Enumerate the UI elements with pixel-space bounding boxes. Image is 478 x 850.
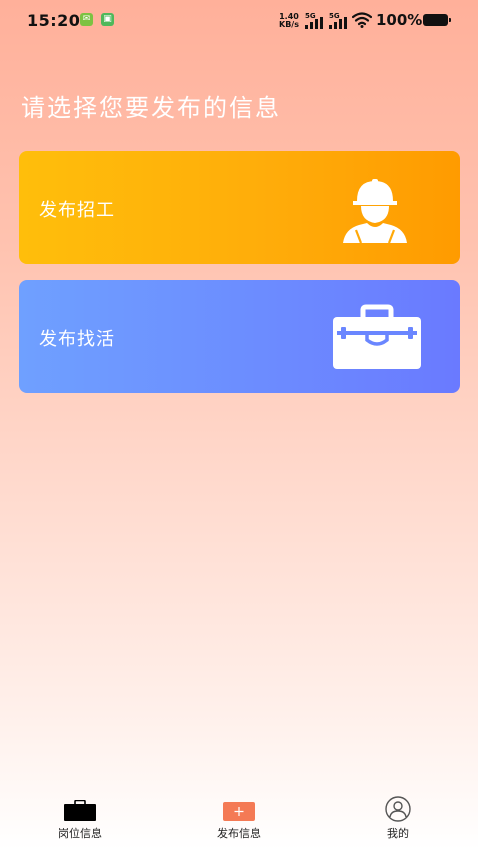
network-speed-unit: KB/s: [279, 20, 299, 29]
nav-item-me[interactable]: 我的: [338, 792, 458, 850]
battery-icon: [423, 14, 451, 26]
post-hiring-card[interactable]: 发布招工: [19, 151, 460, 264]
post-find-work-card[interactable]: 发布找活: [19, 280, 460, 393]
wifi-icon: [352, 12, 372, 28]
post-hiring-label: 发布招工: [39, 200, 115, 221]
user-icon: [385, 796, 411, 822]
post-find-work-label: 发布找活: [39, 329, 115, 350]
worker-icon: [343, 179, 407, 244]
nav-label-me: 我的: [387, 827, 409, 840]
briefcase-icon: [64, 800, 96, 821]
battery-percentage: 100%: [376, 11, 423, 29]
toolbox-icon: [333, 304, 421, 369]
nav-label-jobs: 岗位信息: [58, 827, 102, 840]
nav-item-jobs[interactable]: 岗位信息: [20, 792, 140, 850]
plus-icon: [223, 802, 255, 821]
cellular-signal-icon: 5G: [305, 13, 325, 29]
message-notification-icon: ✉: [80, 13, 93, 26]
cellular-signal-icon: 5G: [329, 13, 349, 29]
network-speed: 1.40 KB/s: [279, 13, 299, 29]
bottom-nav: 岗位信息 发布信息 我的: [0, 792, 478, 850]
page-title: 请选择您要发布的信息: [21, 94, 281, 122]
status-bar: 15:20 ✉ ▣ 1.40 KB/s 5G 5G 100%: [0, 0, 478, 42]
nav-item-post[interactable]: 发布信息: [179, 792, 299, 850]
status-time: 15:20: [27, 11, 81, 30]
nav-label-post: 发布信息: [217, 827, 261, 840]
app-notification-icon: ▣: [101, 13, 114, 26]
